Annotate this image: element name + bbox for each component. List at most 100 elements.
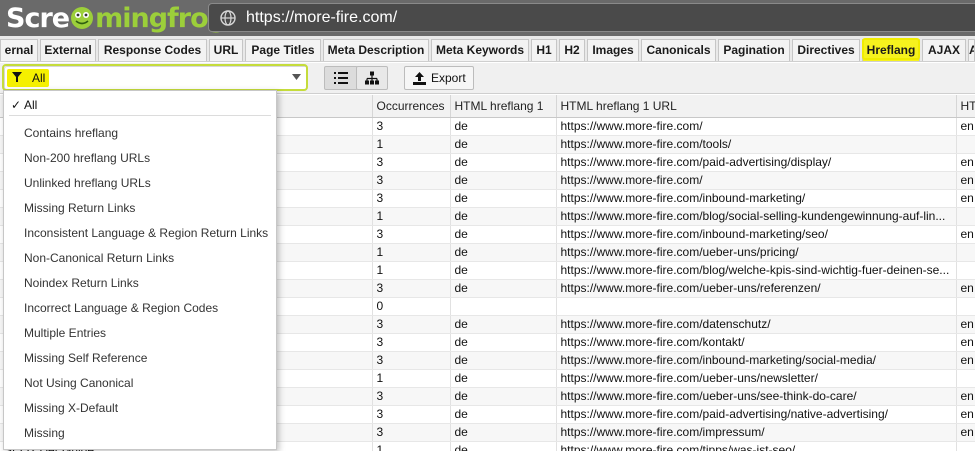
cell-occurrences: 1 — [372, 441, 451, 451]
cell-hreflang-1: de — [450, 153, 557, 172]
cell-hreflang-1: de — [450, 117, 557, 136]
cell-hreflang-1: de — [450, 387, 557, 406]
filter-option[interactable]: Unlinked hreflang URLs — [4, 172, 276, 194]
cell-occurrences: 1 — [372, 135, 451, 154]
cell-html-hreflang-2 — [956, 369, 975, 388]
tab-response-codes[interactable]: Response Codes — [98, 39, 207, 61]
cell-occurrences: 3 — [372, 315, 451, 334]
tab-meta-description[interactable]: Meta Description — [323, 39, 429, 61]
filter-option[interactable]: Incorrect Language & Region Codes — [4, 297, 276, 319]
filter-option[interactable]: Missing — [4, 422, 276, 444]
filter-option[interactable]: Missing Return Links — [4, 197, 276, 219]
column-header-hreflang-1[interactable]: HTML hreflang 1 — [450, 95, 557, 118]
tab-ajax[interactable]: AJAX — [922, 39, 966, 61]
cell-hreflang-1: de — [450, 423, 557, 442]
filter-option[interactable]: Missing X-Default — [4, 397, 276, 419]
cell-hreflang-1-url: https://www.more-fire.com/blog/social-se… — [556, 207, 957, 226]
filter-option[interactable]: Multiple Entries — [4, 322, 276, 344]
tab-page-titles[interactable]: Page Titles — [245, 39, 321, 61]
url-bar[interactable]: https://more-fire.com/ — [208, 3, 975, 32]
filter-option[interactable]: Missing Self Reference — [4, 347, 276, 369]
filter-option-label: Noindex Return Links — [24, 276, 139, 290]
column-header-html-hreflang-2[interactable]: HT — [956, 95, 975, 118]
cell-hreflang-1-url: https://www.more-fire.com/paid-advertisi… — [556, 153, 957, 172]
filter-dropdown-menu: ✓ All Contains hreflang Non-200 hreflang UR… — [3, 90, 277, 450]
cell-hreflang-1-url: https://www.more-fire.com/impressum/ — [556, 423, 957, 442]
filter-option-label: Not Using Canonical — [24, 376, 134, 390]
cell-occurrences: 1 — [372, 261, 451, 280]
filter-option-label: Inconsistent Language & Region Return Li… — [24, 226, 269, 240]
globe-icon — [220, 10, 236, 26]
list-icon — [334, 72, 348, 84]
filter-option[interactable]: Contains hreflang — [4, 122, 276, 144]
tab-meta-keywords[interactable]: Meta Keywords — [431, 39, 529, 61]
filter-option[interactable]: Not Using Canonical — [4, 372, 276, 394]
tab-directives[interactable]: Directives — [792, 39, 860, 61]
filter-option-label: Non-200 hreflang URLs — [24, 151, 151, 165]
tab-h2[interactable]: H2 — [559, 39, 585, 61]
cell-html-hreflang-2 — [956, 297, 975, 316]
export-label: Export — [431, 71, 466, 85]
cell-hreflang-1: de — [450, 189, 557, 208]
logo-text-right: mingfrog — [95, 2, 227, 34]
cell-hreflang-1: de — [450, 243, 557, 262]
cell-occurrences: 1 — [372, 369, 451, 388]
cell-hreflang-1: de — [450, 315, 557, 334]
tab-images[interactable]: Images — [587, 39, 639, 61]
filter-option[interactable]: Non-Canonical Return Links — [4, 247, 276, 269]
filter-option-label: Incorrect Language & Region Codes — [24, 301, 219, 315]
cell-occurrences: 3 — [372, 387, 451, 406]
filter-option-label: Missing — [24, 426, 65, 440]
column-header-hreflang-1-url[interactable]: HTML hreflang 1 URL — [556, 95, 957, 118]
tab-pagination[interactable]: Pagination — [718, 39, 790, 61]
filter-option-label: Missing Return Links — [24, 201, 136, 215]
tab-ai[interactable]: Ai — [968, 39, 975, 61]
cell-html-hreflang-2: en — [956, 117, 975, 136]
export-upload-icon — [413, 72, 426, 85]
cell-hreflang-1-url: https://www.more-fire.com/ueber-uns/refe… — [556, 279, 957, 298]
cell-html-hreflang-2: en — [956, 423, 975, 442]
tab-canonicals[interactable]: Canonicals — [641, 39, 716, 61]
cell-html-hreflang-2: en — [956, 351, 975, 370]
cell-hreflang-1-url: https://www.more-fire.com/kontakt/ — [556, 333, 957, 352]
cell-occurrences: 0 — [372, 297, 451, 316]
filter-option[interactable]: Non-200 hreflang URLs — [4, 147, 276, 169]
cell-hreflang-1: de — [450, 135, 557, 154]
tab-external[interactable]: External — [40, 39, 96, 61]
filter-option-label: Non-Canonical Return Links — [24, 251, 175, 265]
cell-hreflang-1: de — [450, 333, 557, 352]
export-button[interactable]: Export — [404, 66, 474, 90]
tree-view-button[interactable] — [356, 66, 388, 90]
column-header-occurrences[interactable]: Occurrences — [372, 95, 451, 118]
cell-hreflang-1: de — [450, 351, 557, 370]
tab-h1[interactable]: H1 — [531, 39, 557, 61]
cell-hreflang-1-url: https://www.more-fire.com/ueber-uns/news… — [556, 369, 957, 388]
screamingfrog-logo: Scre mingfrog — [6, 2, 227, 34]
cell-html-hreflang-2 — [956, 243, 975, 262]
logo-text-left: Scre — [6, 2, 70, 34]
cell-hreflang-1-url: https://www.more-fire.com/ — [556, 171, 957, 190]
cell-hreflang-1: de — [450, 441, 557, 451]
cell-html-hreflang-2 — [956, 135, 975, 154]
filter-option-label: Multiple Entries — [24, 326, 107, 340]
cell-hreflang-1-url: https://www.more-fire.com/blog/welche-kp… — [556, 261, 957, 280]
cell-html-hreflang-2: en — [956, 153, 975, 172]
title-bar: Scre mingfrog https://more-fire.com/ — [0, 0, 975, 36]
cell-occurrences: 3 — [372, 279, 451, 298]
filter-option[interactable]: Noindex Return Links — [4, 272, 276, 294]
cell-occurrences: 3 — [372, 117, 451, 136]
cell-html-hreflang-2: en — [956, 225, 975, 244]
list-view-button[interactable] — [324, 66, 358, 90]
filter-highlight — [2, 64, 308, 91]
tab-internal[interactable]: ernal — [0, 39, 38, 61]
tab-url[interactable]: URL — [209, 39, 243, 61]
cell-hreflang-1-url: https://www.more-fire.com/tipps/was-ist-… — [556, 441, 957, 451]
cell-occurrences: 3 — [372, 423, 451, 442]
cell-hreflang-1-url: https://www.more-fire.com/ueber-uns/see-… — [556, 387, 957, 406]
cell-hreflang-1: de — [450, 225, 557, 244]
filter-option[interactable]: ✓ All — [4, 94, 276, 116]
cell-hreflang-1-url: https://www.more-fire.com/inbound-market… — [556, 189, 957, 208]
filter-option[interactable]: Inconsistent Language & Region Return Li… — [4, 222, 276, 244]
cell-occurrences: 3 — [372, 333, 451, 352]
cell-html-hreflang-2: en — [956, 171, 975, 190]
